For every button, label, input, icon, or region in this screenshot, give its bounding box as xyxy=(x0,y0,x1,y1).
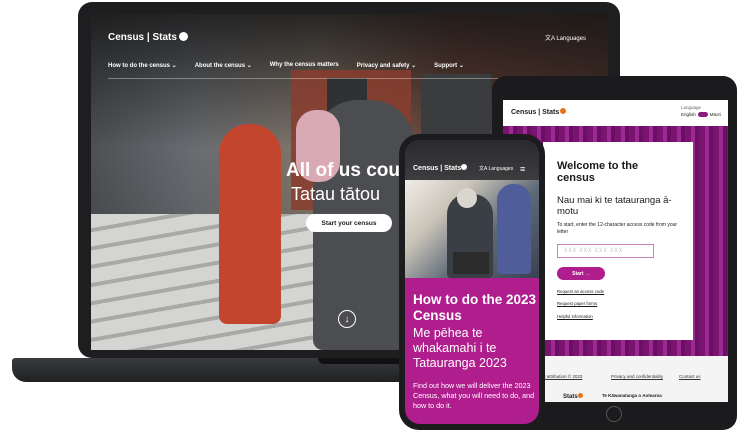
toggle-switch-icon xyxy=(697,112,708,117)
toggle-english: English xyxy=(681,112,696,117)
woman-figure xyxy=(497,184,531,274)
nav-item-why[interactable]: Why the census matters xyxy=(270,62,339,69)
footer-stats-logo: Stats xyxy=(563,393,583,400)
census-logo[interactable]: Census | Stats xyxy=(413,164,468,172)
toggle-maori: Māori xyxy=(709,112,722,117)
helpful-information-link[interactable]: Helpful information xyxy=(557,314,593,319)
tablet-home-button xyxy=(606,406,622,422)
stats-badge-icon xyxy=(560,108,567,114)
footer-contact-link[interactable]: Contact us xyxy=(679,374,701,379)
nav-item-how-to[interactable]: How to do the census ⌄ xyxy=(108,62,177,69)
footer-stats-text: Stats xyxy=(563,394,578,400)
nav-item-support[interactable]: Support ⌄ xyxy=(434,62,464,69)
hero-title: All of us cour xyxy=(286,160,408,181)
start-your-census-button[interactable]: Start your census xyxy=(306,214,392,232)
laptop-prop xyxy=(453,252,489,274)
census-logo[interactable]: Census | Stats xyxy=(511,108,567,116)
request-paper-forms-link[interactable]: Request paper forms xyxy=(557,301,597,306)
language-toggle[interactable]: English Māori xyxy=(681,112,721,117)
translate-icon: 文A xyxy=(545,36,557,42)
language-label: Language xyxy=(681,105,702,110)
logo-text: Census | Stats xyxy=(413,165,462,172)
nav-item-privacy[interactable]: Privacy and safety ⌄ xyxy=(357,62,416,69)
main-nav: How to do the census ⌄ About the census … xyxy=(108,62,482,69)
footer-government-logo: Te Kāwanatanga o Aotearoa xyxy=(602,393,662,398)
request-access-code-link[interactable]: Request an access code xyxy=(557,289,604,294)
census-logo[interactable]: Census | Stats xyxy=(108,32,188,43)
child-figure xyxy=(219,124,281,324)
stats-badge-icon xyxy=(577,393,583,398)
man-head xyxy=(457,188,477,208)
phone-body-text: Find out how we will deliver the 2023 Ce… xyxy=(413,381,535,410)
access-code-instruction: To start, enter the 12-character access … xyxy=(557,222,678,235)
welcome-title: Welcome to the census xyxy=(557,160,639,184)
start-button[interactable]: Start → xyxy=(557,267,605,280)
phone-subtitle-maori: Me pēhea te whakamahi i te Tatauranga 20… xyxy=(413,326,507,370)
phone-header xyxy=(405,140,539,180)
hero-subtitle: Tatau tātou xyxy=(291,184,381,204)
logo-text: Census | Stats xyxy=(108,32,177,43)
access-code-input[interactable]: XXX XXX XXX XXX xyxy=(557,244,654,258)
hamburger-menu-icon[interactable]: ≡ xyxy=(520,164,525,174)
nav-item-about[interactable]: About the census ⌄ xyxy=(195,62,252,69)
welcome-maori: Nau mai ki te tatauranga ā-motu xyxy=(557,195,672,217)
languages-button[interactable]: 文A Languages xyxy=(545,33,586,42)
languages-label: Languages xyxy=(488,166,514,172)
logo-text: Census | Stats xyxy=(511,109,560,116)
phone-title: How to do the 2023 Census xyxy=(413,292,537,323)
languages-button[interactable]: 文A Languages xyxy=(479,165,513,172)
stats-badge-icon xyxy=(461,164,468,170)
footer-privacy-link[interactable]: Privacy and confidentiality xyxy=(611,374,663,379)
languages-label: Languages xyxy=(556,36,587,42)
phone-screen: Census | Stats 文A Languages ≡ How to do … xyxy=(405,140,539,424)
scroll-down-icon[interactable]: ↓ xyxy=(338,310,356,328)
laptop-notch xyxy=(318,358,408,364)
stats-badge-icon xyxy=(178,32,188,41)
